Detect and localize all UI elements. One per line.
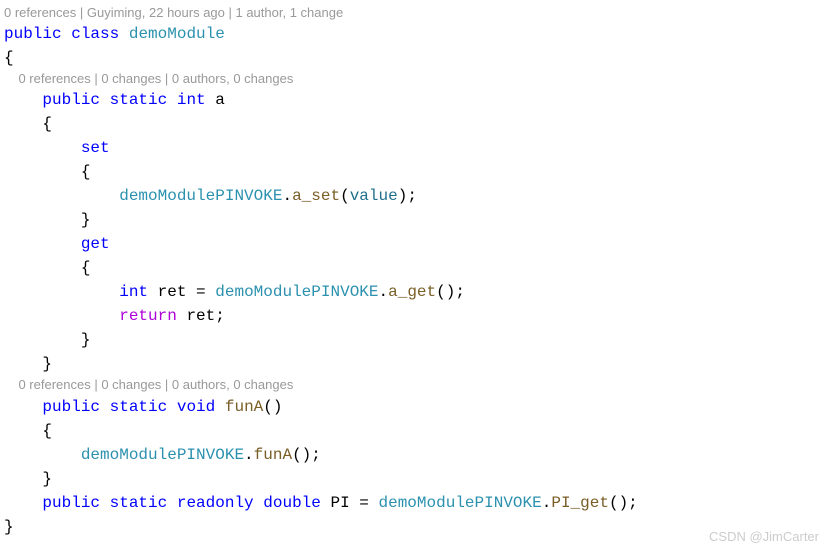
keyword-int: int — [119, 283, 148, 301]
codelens-class[interactable]: 0 references | Guyiming, 22 hours ago | … — [4, 4, 831, 22]
brace-open: { — [42, 422, 52, 440]
code-line: } — [4, 208, 831, 232]
keyword-static: static — [110, 91, 168, 109]
semicolon: ; — [407, 187, 417, 205]
brace-close: } — [4, 518, 14, 536]
code-line: demoModulePINVOKE.a_set(value); — [4, 184, 831, 208]
lparen: ( — [263, 398, 273, 416]
keyword-public: public — [42, 494, 100, 512]
brace-close: } — [42, 355, 52, 373]
identifier: a — [215, 91, 225, 109]
keyword-class: class — [71, 25, 119, 43]
identifier: ret — [186, 307, 215, 325]
rparen: ) — [273, 398, 283, 416]
method-name: PI_get — [551, 494, 609, 512]
dot: . — [282, 187, 292, 205]
brace-close: } — [42, 470, 52, 488]
brace-close: } — [81, 211, 91, 229]
keyword-public: public — [4, 25, 62, 43]
keyword-readonly: readonly — [177, 494, 254, 512]
code-line: public static readonly double PI = demoM… — [4, 491, 831, 515]
keyword-public: public — [42, 398, 100, 416]
semicolon: ; — [215, 307, 225, 325]
keyword-set: set — [81, 139, 110, 157]
keyword-get: get — [81, 235, 110, 253]
code-line: { — [4, 419, 831, 443]
keyword-return: return — [119, 307, 177, 325]
type-name: demoModulePINVOKE — [119, 187, 282, 205]
code-line: public static void funA() — [4, 395, 831, 419]
brace-close: } — [81, 331, 91, 349]
keyword-int: int — [177, 91, 206, 109]
lparen: ( — [292, 446, 302, 464]
code-line: { — [4, 46, 831, 70]
brace-open: { — [81, 259, 91, 277]
rparen: ) — [398, 187, 408, 205]
brace-open: { — [4, 49, 14, 67]
code-line: public class demoModule — [4, 22, 831, 46]
code-line: } — [4, 515, 831, 539]
method-name: a_get — [388, 283, 436, 301]
type-name: demoModule — [129, 25, 225, 43]
type-name: demoModulePINVOKE — [215, 283, 378, 301]
keyword-double: double — [263, 494, 321, 512]
rparen: ) — [446, 283, 456, 301]
dot: . — [244, 446, 254, 464]
rparen: ) — [302, 446, 312, 464]
keyword-static: static — [110, 398, 168, 416]
codelens-member[interactable]: 0 references | 0 changes | 0 authors, 0 … — [4, 70, 831, 88]
code-line: public static int a — [4, 88, 831, 112]
semicolon: ; — [628, 494, 638, 512]
semicolon: ; — [311, 446, 321, 464]
code-line: demoModulePINVOKE.funA(); — [4, 443, 831, 467]
codelens-member[interactable]: 0 references | 0 changes | 0 authors, 0 … — [4, 376, 831, 394]
code-line: return ret; — [4, 304, 831, 328]
type-name: demoModulePINVOKE — [81, 446, 244, 464]
lparen: ( — [609, 494, 619, 512]
keyword-public: public — [42, 91, 100, 109]
identifier: PI — [330, 494, 349, 512]
code-line: get — [4, 232, 831, 256]
code-line: { — [4, 160, 831, 184]
keyword-void: void — [177, 398, 215, 416]
dot: . — [542, 494, 552, 512]
parameter: value — [350, 187, 398, 205]
code-line: } — [4, 328, 831, 352]
dot: . — [379, 283, 389, 301]
equals: = — [350, 494, 379, 512]
rparen: ) — [619, 494, 629, 512]
code-line: { — [4, 112, 831, 136]
equals: = — [186, 283, 215, 301]
method-name: funA — [254, 446, 292, 464]
brace-open: { — [81, 163, 91, 181]
code-line: } — [4, 352, 831, 376]
code-line: } — [4, 467, 831, 491]
code-line: { — [4, 256, 831, 280]
code-line: set — [4, 136, 831, 160]
type-name: demoModulePINVOKE — [379, 494, 542, 512]
method-name: a_set — [292, 187, 340, 205]
code-editor[interactable]: 0 references | Guyiming, 22 hours ago | … — [4, 4, 831, 539]
lparen: ( — [340, 187, 350, 205]
code-line: int ret = demoModulePINVOKE.a_get(); — [4, 280, 831, 304]
lparen: ( — [436, 283, 446, 301]
brace-open: { — [42, 115, 52, 133]
keyword-static: static — [110, 494, 168, 512]
identifier: ret — [158, 283, 187, 301]
method-name: funA — [225, 398, 263, 416]
semicolon: ; — [455, 283, 465, 301]
